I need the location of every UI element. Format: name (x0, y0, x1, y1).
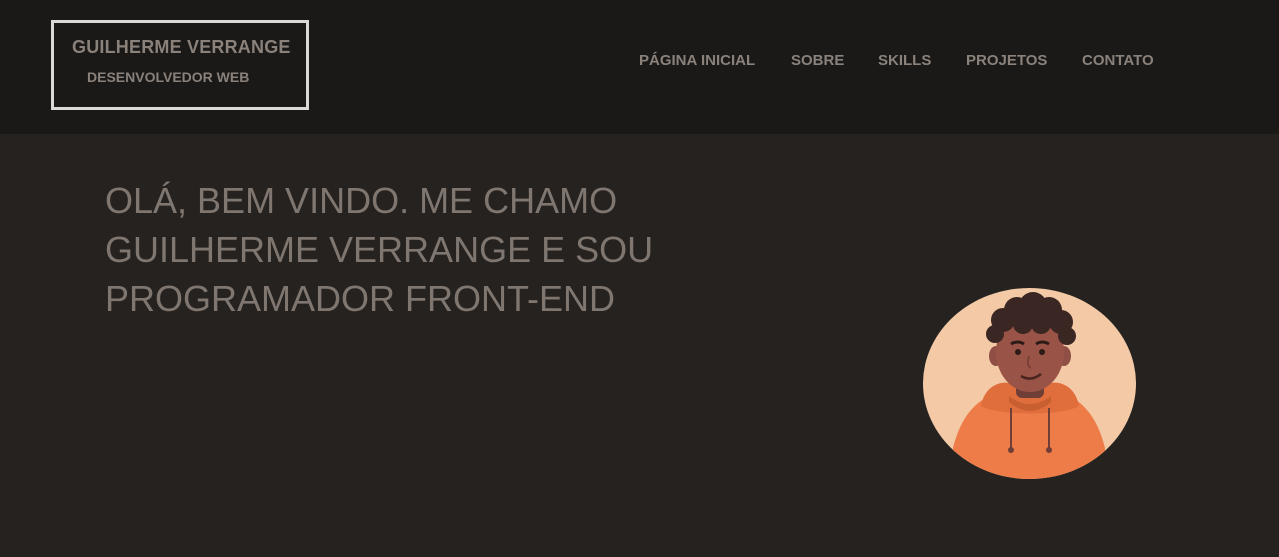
hero-title-line-1: OLÁ, BEM VINDO. ME CHAMO (105, 180, 618, 221)
eye-left (1015, 349, 1021, 355)
avatar-svg (923, 288, 1136, 479)
hero-title-line-2: GUILHERME VERRANGE E SOU (105, 229, 654, 270)
hero-title: OLÁ, BEM VINDO. ME CHAMO GUILHERME VERRA… (105, 176, 705, 323)
hero-title-line-3: PROGRAMADOR FRONT-END (105, 278, 616, 319)
site-header: GUILHERME VERRANGE DESENVOLVEDOR WEB PÁG… (0, 0, 1279, 134)
eye-right (1039, 349, 1045, 355)
drawstring-tip-left (1008, 447, 1014, 453)
drawstring-tip-right (1046, 447, 1052, 453)
person-avatar-illustration (923, 288, 1136, 479)
nav-skills[interactable]: SKILLS (878, 52, 931, 69)
nav-pagina-inicial[interactable]: PÁGINA INICIAL (639, 52, 755, 69)
nav-contato[interactable]: CONTATO (1082, 52, 1154, 69)
nav-sobre[interactable]: SOBRE (791, 52, 844, 69)
main-nav: PÁGINA INICIAL SOBRE SKILLS PROJETOS CON… (0, 52, 1279, 72)
nav-projetos[interactable]: PROJETOS (966, 52, 1047, 69)
